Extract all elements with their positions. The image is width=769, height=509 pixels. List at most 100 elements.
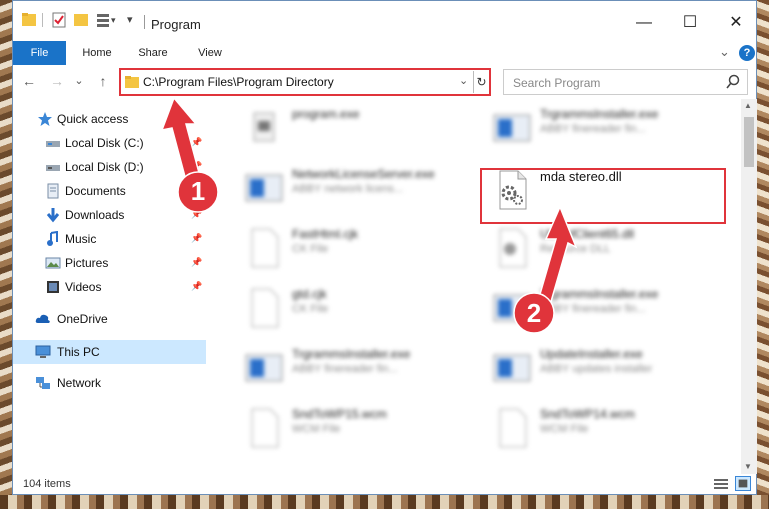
videos-icon	[47, 281, 59, 293]
large-icons-view-icon[interactable]	[735, 476, 751, 491]
close-button[interactable]: ✕	[713, 9, 759, 37]
file-name: SndToWP15.wcm	[292, 407, 387, 421]
search-box[interactable]: Search Program	[503, 69, 748, 95]
window-title: Program	[151, 17, 201, 32]
file-name: FastHtml.cjk	[292, 227, 358, 241]
title-divider	[144, 15, 145, 29]
explorer-window: ▾ ▾ Program — ☐ ✕ File Home Share View ⌄…	[12, 0, 757, 495]
file-name: program.exe	[292, 107, 360, 121]
sidebar-item-label: This PC	[57, 345, 100, 359]
tab-share[interactable]: Share	[129, 41, 177, 65]
scrollbar-thumb[interactable]	[744, 117, 754, 167]
sidebar-item-label: Network	[57, 376, 102, 390]
list-item[interactable]: TrgrammsInstaller.exe ABBY finereader fi…	[240, 339, 480, 399]
installer-icon	[493, 114, 531, 142]
list-item[interactable]: FastHtml.cjk CK File	[240, 219, 480, 279]
quick-access-divider	[42, 13, 43, 27]
ribbon-tabs: File Home Share View ⌄ ?	[13, 41, 756, 65]
callout-number-1: 1	[190, 176, 206, 206]
up-button[interactable]: ↑	[93, 71, 113, 91]
file-name: TrgrammsInstaller.exe	[292, 347, 411, 361]
desktop-background-right	[757, 0, 769, 509]
sidebar-item-label: Videos	[65, 280, 102, 294]
generic-file-icon	[499, 408, 527, 448]
sidebar-item-onedrive[interactable]: OneDrive	[13, 308, 206, 330]
list-item[interactable]: UpdateInstaller.exe ABBY updates install…	[488, 339, 728, 399]
drive-icon	[46, 165, 60, 171]
sidebar-item-label: Music	[65, 232, 97, 246]
search-placeholder: Search Program	[513, 76, 601, 90]
address-path: C:\Program Files\Program Directory	[143, 75, 334, 89]
recent-locations-icon[interactable]: ⌄	[69, 71, 89, 91]
list-item[interactable]: TrgrammsInstaller.exe ABBY finereader fi…	[488, 99, 728, 159]
view-options-icon[interactable]	[95, 11, 111, 29]
title-bar: ▾ ▾ Program — ☐ ✕	[13, 1, 756, 41]
maximize-button[interactable]: ☐	[667, 9, 713, 37]
address-dropdown-icon[interactable]: ⌄	[459, 74, 468, 87]
tab-file[interactable]: File	[13, 41, 66, 65]
tab-home[interactable]: Home	[73, 41, 121, 65]
list-item[interactable]: program.exe	[240, 99, 480, 159]
file-name: NetworkLicenseServer.exe	[292, 167, 435, 181]
sidebar-item-label: Pictures	[65, 256, 109, 270]
star-icon	[38, 112, 52, 126]
pin-icon[interactable]: 📌	[191, 233, 202, 244]
desktop-background-bottom	[0, 495, 769, 509]
file-description: ABBY network licens...	[292, 183, 404, 195]
sidebar-item-label: Downloads	[65, 208, 125, 222]
cloud-icon	[35, 314, 50, 323]
drive-icon	[46, 141, 60, 147]
file-description: CK File	[292, 303, 329, 315]
customize-quick-access-chevron-icon[interactable]: ▾	[111, 15, 116, 26]
file-description: ABBY finereader fin...	[292, 363, 398, 375]
list-item[interactable]: SndToWP14.wcm WCM File	[488, 399, 728, 459]
back-button[interactable]: ←	[19, 71, 39, 91]
file-description: ABBY updates installer	[540, 363, 653, 375]
file-description: WCM File	[292, 423, 341, 435]
details-view-icon[interactable]	[713, 477, 729, 491]
file-name: UpdateInstaller.exe	[540, 347, 643, 361]
pin-icon[interactable]: 📌	[191, 281, 202, 292]
scroll-down-icon[interactable]: ▼	[744, 462, 752, 471]
folder-icon	[125, 76, 139, 88]
refresh-button[interactable]: ↻	[473, 71, 489, 93]
file-name: gtd.cjk	[292, 287, 327, 301]
quick-access-toolbar-dropdown-icon[interactable]: ▾	[127, 13, 133, 26]
network-icon	[36, 377, 50, 389]
sidebar-item-pictures[interactable]: Pictures 📌	[13, 252, 206, 274]
documents-icon	[47, 183, 59, 199]
list-item[interactable]: NetworkLicenseServer.exe ABBY network li…	[240, 159, 480, 219]
pin-icon[interactable]: 📌	[191, 257, 202, 268]
download-icon	[46, 208, 60, 223]
address-bar[interactable]: C:\Program Files\Program Directory ⌄ ↻	[119, 68, 491, 96]
status-bar: 104 items	[13, 474, 756, 494]
generic-file-icon	[251, 228, 279, 268]
sidebar-item-network[interactable]: Network	[13, 372, 206, 394]
search-icon[interactable]	[725, 73, 741, 91]
tab-view[interactable]: View	[187, 41, 233, 65]
sidebar-item-this-pc[interactable]: This PC	[13, 340, 206, 364]
installer-icon	[493, 354, 531, 382]
exe-icon	[253, 112, 275, 142]
desktop-background-left	[0, 0, 12, 509]
installer-icon	[245, 354, 283, 382]
list-item[interactable]: gtd.cjk CK File	[240, 279, 480, 339]
pictures-icon	[45, 257, 61, 269]
callout-number-2: 2	[526, 298, 542, 328]
scroll-up-icon[interactable]: ▲	[744, 101, 752, 110]
pc-icon	[35, 345, 51, 358]
help-icon[interactable]: ?	[739, 45, 755, 61]
sidebar-item-label: Documents	[65, 184, 126, 198]
minimize-button[interactable]: —	[621, 9, 667, 37]
ribbon-collapse-icon[interactable]: ⌄	[719, 44, 730, 60]
sidebar-item-label: Local Disk (C:)	[65, 136, 144, 150]
sidebar-item-videos[interactable]: Videos 📌	[13, 276, 206, 298]
list-item[interactable]: SndToWP15.wcm WCM File	[240, 399, 480, 459]
new-folder-icon[interactable]	[73, 11, 89, 29]
sidebar-item-music[interactable]: Music 📌	[13, 228, 206, 250]
sidebar-item-label: OneDrive	[57, 312, 108, 326]
music-icon	[47, 231, 58, 246]
installer-icon	[245, 174, 283, 202]
forward-button[interactable]: →	[47, 71, 67, 91]
properties-icon[interactable]	[51, 11, 67, 29]
